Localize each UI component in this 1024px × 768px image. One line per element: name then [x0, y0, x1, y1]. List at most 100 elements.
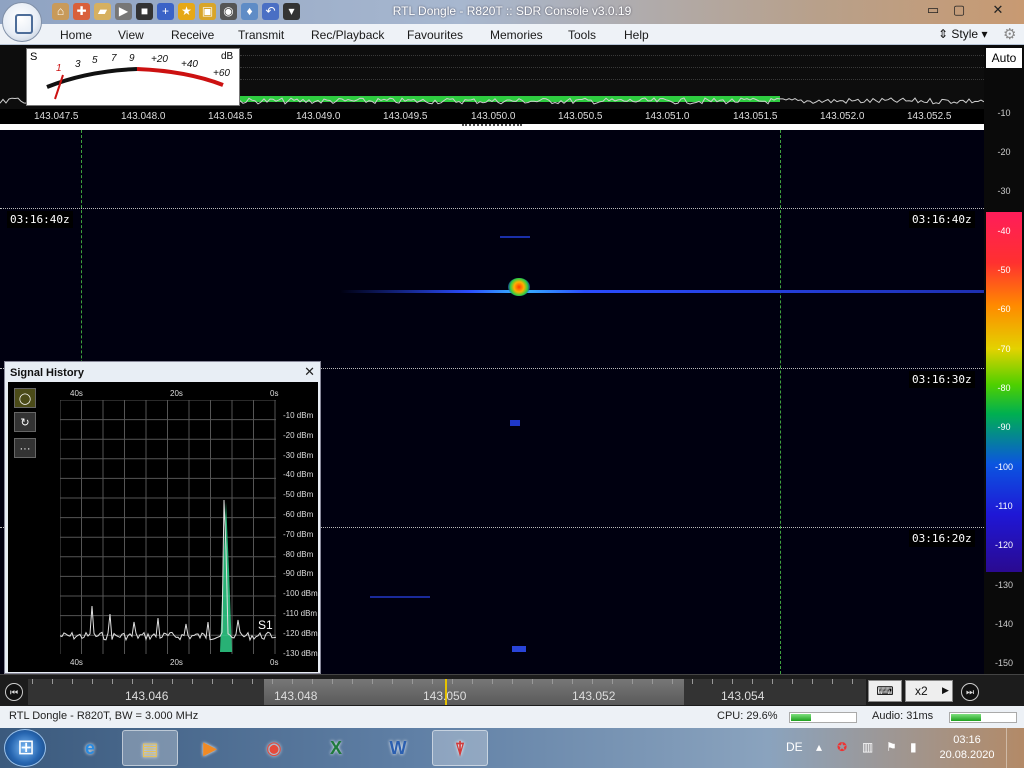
level-tick: -140 [994, 619, 1013, 629]
zoom-button[interactable]: x2 ▶ [905, 680, 953, 702]
tuning-tick [252, 679, 253, 684]
s-meter-needle [54, 74, 64, 100]
language-indicator[interactable]: DE [786, 740, 803, 754]
menu-help[interactable]: Help [624, 28, 649, 42]
tuning-tick [532, 679, 533, 684]
dropdown-icon[interactable]: ▾ [283, 3, 300, 20]
timestamp-label: 03:16:30z [909, 371, 975, 388]
add-icon[interactable]: + [157, 3, 174, 20]
sort-icon: ⇕ [938, 27, 949, 41]
sdr-console-glyph: ⍒ [454, 739, 466, 759]
db-tick: +40 [181, 59, 198, 70]
tuning-tick [192, 679, 193, 684]
tuning-tick [472, 679, 473, 684]
chrome-icon[interactable]: ◉ [246, 730, 302, 766]
menu-memories[interactable]: Memories [490, 28, 543, 42]
tuning-tick [152, 679, 153, 684]
tuning-tick [392, 679, 393, 684]
dbm-tick: -30 dBm [283, 450, 314, 460]
star-icon[interactable]: ★ [178, 3, 195, 20]
frequency-tick: 143.047.5 [34, 111, 79, 122]
tuning-label: 143.054 [721, 689, 765, 703]
tuning-tick [292, 679, 293, 684]
gear-icon[interactable]: ⚙ [1003, 25, 1016, 43]
chevron-up-icon[interactable]: ▴ [816, 740, 822, 754]
flag-icon[interactable]: ⚑ [886, 740, 897, 754]
record-icon[interactable]: ◯ [14, 388, 36, 408]
time-tick: 40s [70, 389, 83, 398]
lock-icon[interactable]: ▣ [199, 3, 216, 20]
timestamp-label: 03:16:20z [909, 530, 975, 547]
skip-forward-icon[interactable]: ⏭ [961, 683, 979, 701]
tuning-tick [412, 679, 413, 684]
dbm-tick: -110 dBm [283, 609, 318, 618]
audio-meter [949, 712, 1017, 723]
menu-view[interactable]: View [118, 28, 144, 42]
refresh-icon[interactable]: ↻ [14, 412, 36, 432]
maximize-button[interactable]: ▢ [946, 0, 972, 20]
menu-receive[interactable]: Receive [171, 28, 214, 42]
tuning-window[interactable] [264, 679, 684, 705]
dbm-tick: -60 dBm [283, 510, 314, 519]
s-tick: 5 [92, 55, 98, 66]
chevron-right-icon: ▶ [942, 685, 949, 695]
db-label: dB [221, 51, 234, 62]
stop-icon[interactable]: ■ [136, 3, 153, 20]
menu-favourites[interactable]: Favourites [407, 28, 463, 42]
color-tick: -50 [997, 265, 1011, 275]
tuning-scale[interactable]: 143.046 143.048 143.050 143.052 143.054 [28, 679, 866, 705]
s-tick: 1 [56, 63, 62, 74]
device-tray-icon[interactable]: ▥ [862, 740, 873, 754]
home-icon[interactable]: ⌂ [52, 3, 69, 20]
minimize-button[interactable]: ▭ [920, 0, 946, 20]
show-desktop-button[interactable] [1006, 728, 1024, 768]
app-menu-button[interactable] [2, 2, 42, 42]
menu-home[interactable]: Home [60, 28, 92, 42]
media-player-icon[interactable]: ▶ [182, 730, 238, 766]
more-icon[interactable]: ··· [14, 438, 36, 458]
color-tick: -60 [997, 304, 1011, 314]
file-explorer-icon[interactable]: ▤ [122, 730, 178, 766]
color-tick: -80 [997, 383, 1011, 393]
tuning-tick [492, 679, 493, 684]
clock[interactable]: 03:16 20.08.2020 [938, 733, 996, 763]
level-tick: -150 [994, 658, 1013, 668]
signal-streak [370, 596, 430, 598]
auto-button[interactable]: Auto [986, 48, 1022, 68]
taskbar: e ▤ ▶ ◉ X W ⍒ DE ▴ ✪ ▥ ⚑ ▮ 03:16 20.08.2020 [0, 728, 1024, 768]
tuning-tick [652, 679, 653, 684]
menu-transmit[interactable]: Transmit [238, 28, 284, 42]
start-button[interactable] [4, 729, 47, 767]
close-icon[interactable]: ✕ [304, 364, 315, 380]
word-icon[interactable]: W [370, 730, 426, 766]
keyboard-icon[interactable]: ⌨ [868, 680, 902, 702]
tuning-tick [592, 679, 593, 684]
menu-tools[interactable]: Tools [568, 28, 596, 42]
chevron-down-icon: ▾ [981, 27, 988, 41]
time-tick: 0s [270, 389, 279, 398]
sdr-console-icon[interactable]: ⍒ [432, 730, 488, 766]
lifebuoy-icon[interactable]: ✚ [73, 3, 90, 20]
camera-icon[interactable]: ◉ [220, 3, 237, 20]
frequency-tick: 143.051.0 [645, 111, 690, 122]
menu-rec-playback[interactable]: Rec/Playback [311, 28, 384, 42]
tuning-tick [632, 679, 633, 684]
tuning-label: 143.052 [572, 689, 616, 703]
folder-icon[interactable]: ▰ [94, 3, 111, 20]
undo-icon[interactable]: ↶ [262, 3, 279, 20]
color-scale-bar[interactable]: -40 -50 -60 -70 -80 -90 -100 -110 -120 [986, 212, 1022, 572]
acrobat-tray-icon[interactable]: ✪ [837, 740, 847, 754]
play-icon[interactable]: ▶ [115, 3, 132, 20]
close-button[interactable]: ✕ [976, 0, 1020, 20]
skip-back-icon[interactable]: ⏮ [5, 683, 23, 701]
excel-icon[interactable]: X [308, 730, 364, 766]
tuning-tick [512, 679, 513, 684]
carrier-trace [340, 290, 984, 293]
style-selector[interactable]: ⇕ Style ▾ [938, 27, 987, 41]
drop-icon[interactable]: ♦ [241, 3, 258, 20]
dbm-tick: -40 dBm [283, 470, 314, 480]
title-bar: ⌂ ✚ ▰ ▶ ■ + ★ ▣ ◉ ♦ ↶ ▾ RTL Dongle - R820T :: SDR C… [0, 0, 1024, 24]
network-icon[interactable]: ▮ [910, 740, 917, 754]
tuning-tick [692, 679, 693, 684]
internet-explorer-icon[interactable]: e [62, 730, 118, 766]
